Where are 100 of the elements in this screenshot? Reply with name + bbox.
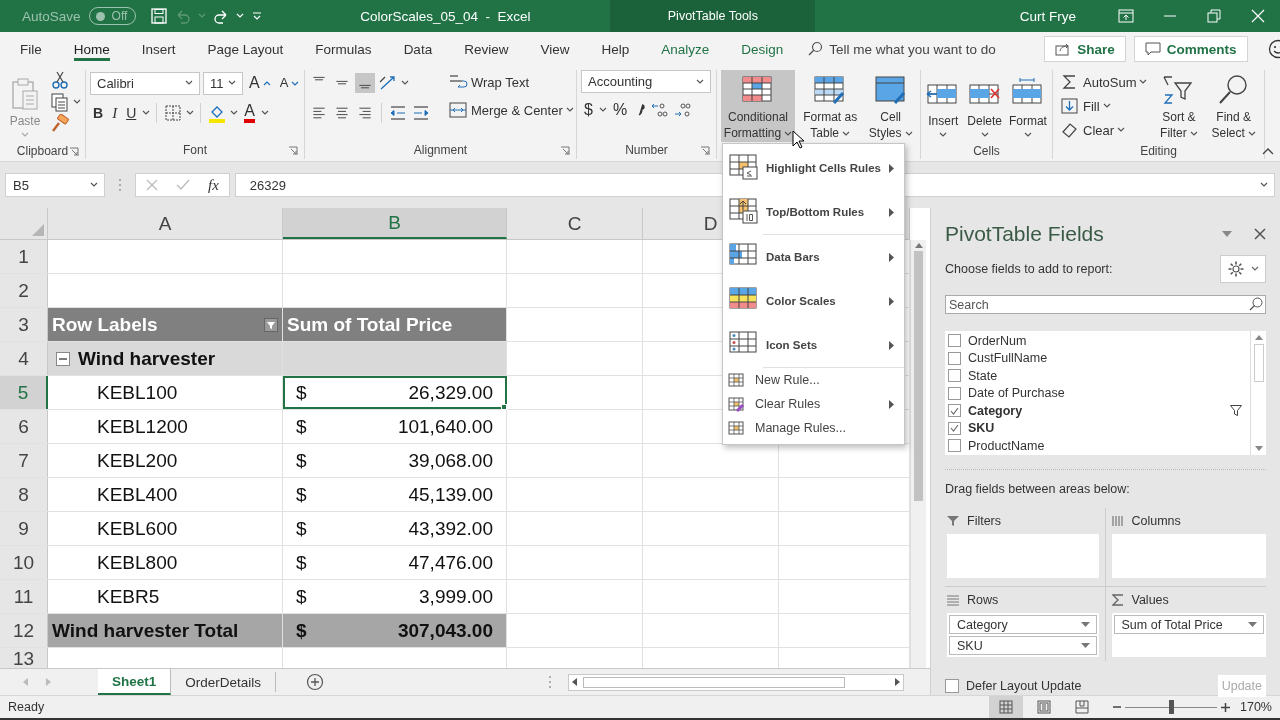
ribbon-tab[interactable]: Review bbox=[448, 32, 525, 66]
italic-button[interactable]: I bbox=[109, 101, 121, 125]
fill-button[interactable]: Fill bbox=[1057, 94, 1151, 118]
area-label: Rows bbox=[967, 593, 999, 607]
user-name: Curt Frye bbox=[1019, 8, 1076, 24]
checkbox-label: Defer Layout Update bbox=[966, 679, 1082, 693]
group-label: Font bbox=[183, 143, 207, 157]
underline-button[interactable]: U bbox=[123, 101, 140, 125]
field-chip[interactable]: Category bbox=[949, 615, 1097, 634]
menu-item[interactable]: Highlight Cells Rules bbox=[723, 146, 904, 190]
comments-button[interactable]: Comments bbox=[1133, 36, 1248, 62]
column-header[interactable]: A bbox=[48, 208, 283, 239]
field-name[interactable]: Category bbox=[968, 403, 1223, 418]
row-header[interactable]: 13 bbox=[0, 648, 48, 668]
row-header[interactable]: 3 bbox=[0, 308, 48, 341]
share-button[interactable]: Share bbox=[1044, 36, 1126, 62]
insert-function-button[interactable]: fx bbox=[208, 176, 219, 194]
row-header[interactable]: 10 bbox=[0, 546, 48, 579]
row-header[interactable]: 5 bbox=[0, 376, 48, 409]
format-as-table-button[interactable]: Format as Table bbox=[799, 70, 862, 142]
row-header[interactable]: 2 bbox=[0, 274, 48, 307]
font-color-button[interactable]: A bbox=[241, 101, 258, 125]
field-name[interactable]: ProductName bbox=[968, 438, 1242, 453]
currency-button[interactable]: $ bbox=[581, 98, 596, 122]
ribbon-tab[interactable]: Page Layout bbox=[191, 32, 300, 66]
ribbon-tab[interactable]: View bbox=[524, 32, 586, 66]
group-label: Editing bbox=[1140, 143, 1177, 158]
row-header[interactable]: 1 bbox=[0, 240, 48, 273]
ribbon-tab[interactable]: Design bbox=[725, 32, 800, 66]
wrap-text-button[interactable]: Wrap Text bbox=[445, 70, 577, 94]
zoom-level[interactable]: 170% bbox=[1240, 700, 1272, 714]
drop-area[interactable]: Sum of Total Price bbox=[1111, 613, 1266, 657]
clear-button[interactable]: Clear bbox=[1057, 118, 1151, 142]
search-field[interactable]: Search bbox=[945, 295, 1266, 314]
panel-title: PivotTable Fields bbox=[945, 222, 1105, 246]
selected-cell[interactable]: $ 26,329.00 bbox=[283, 376, 507, 409]
grow-font-button[interactable]: A bbox=[246, 71, 274, 95]
group-label: Alignment bbox=[413, 143, 468, 157]
amount: 26,329.00 bbox=[408, 381, 494, 404]
menu-item[interactable]: Manage Rules... bbox=[723, 416, 904, 440]
panel-subtitle: Choose fields to add to report: bbox=[945, 262, 1113, 276]
shrink-font-button[interactable]: A bbox=[276, 71, 303, 95]
ribbon-tab[interactable]: Help bbox=[585, 32, 646, 66]
column-header[interactable]: B bbox=[283, 208, 507, 239]
menu-item[interactable]: Color Scales bbox=[723, 279, 904, 323]
amount: 43,392.00 bbox=[408, 517, 494, 540]
drop-area[interactable]: Category SKU bbox=[947, 613, 1099, 657]
ribbon-tab[interactable]: Data bbox=[387, 32, 449, 66]
cell-styles-button[interactable]: Cell Styles bbox=[865, 70, 916, 142]
row-header[interactable]: 9 bbox=[0, 512, 48, 545]
row-header[interactable]: 7 bbox=[0, 444, 48, 477]
format-cells-button[interactable]: Format bbox=[1007, 70, 1048, 142]
amount: 47,476.00 bbox=[408, 551, 494, 574]
tell-me-field[interactable]: Tell me what you want to do bbox=[829, 41, 1045, 57]
ribbon-tab[interactable]: File bbox=[4, 32, 58, 66]
number-format-field[interactable]: Accounting bbox=[581, 70, 711, 93]
conditional-formatting-button[interactable]: Conditional Formatting bbox=[721, 70, 795, 142]
insert-cells-button[interactable]: Insert bbox=[925, 70, 962, 142]
row-label: KEBL1200 bbox=[96, 415, 188, 438]
ribbon-tab[interactable]: Analyze bbox=[645, 32, 726, 66]
column-header[interactable]: C bbox=[507, 208, 643, 239]
row-header[interactable]: 8 bbox=[0, 478, 48, 511]
menu-item[interactable]: Clear Rules bbox=[723, 392, 904, 416]
autosum-button[interactable]: AutoSum bbox=[1057, 70, 1151, 94]
merge-center-button[interactable]: Merge & Center bbox=[445, 98, 577, 122]
currency-sign: $ bbox=[295, 449, 307, 472]
ribbon-tab[interactable]: Home bbox=[57, 32, 126, 66]
amount: 45,139.00 bbox=[408, 483, 494, 506]
row-header[interactable]: 4 bbox=[0, 342, 48, 375]
sheet-tab[interactable]: OrderDetails bbox=[171, 672, 277, 692]
row-label: KEBL100 bbox=[96, 381, 178, 404]
drag-hint: Drag fields between areas below: bbox=[945, 482, 1130, 496]
ribbon-tab[interactable]: Insert bbox=[125, 32, 192, 66]
delete-cells-button[interactable]: Delete bbox=[965, 70, 1004, 142]
currency-sign: $ bbox=[295, 483, 307, 506]
field-name[interactable]: OrderNum bbox=[968, 333, 1242, 348]
row-header[interactable]: 6 bbox=[0, 410, 48, 443]
currency-sign: $ bbox=[295, 415, 307, 438]
field-name[interactable]: State bbox=[968, 368, 1242, 383]
menu-item[interactable]: Icon Sets bbox=[723, 323, 904, 367]
row-header[interactable]: 12 bbox=[0, 614, 48, 647]
menu-item[interactable]: New Rule... bbox=[723, 368, 904, 392]
field-name[interactable]: SKU bbox=[968, 421, 1242, 436]
ribbon-tab[interactable]: Formulas bbox=[299, 32, 388, 66]
field-chip[interactable]: SKU bbox=[949, 636, 1097, 655]
row-header[interactable]: 11 bbox=[0, 580, 48, 613]
field-name[interactable]: CustFullName bbox=[968, 351, 1242, 366]
field-name[interactable]: Date of Purchase bbox=[968, 386, 1242, 401]
font-size-field[interactable]: 11 bbox=[203, 71, 243, 95]
amount: 39,068.00 bbox=[408, 449, 494, 472]
find-select-button[interactable]: Find & Select bbox=[1207, 70, 1260, 142]
font-name-field[interactable]: Calibri bbox=[90, 71, 200, 95]
field-chip[interactable]: Sum of Total Price bbox=[1113, 615, 1264, 634]
sheet-tab[interactable]: Sheet1 bbox=[98, 669, 172, 695]
name-box[interactable]: B5 bbox=[5, 173, 105, 197]
percent-button[interactable]: % bbox=[609, 98, 631, 122]
bold-button[interactable]: B bbox=[90, 101, 107, 125]
autosave-label: AutoSave bbox=[22, 8, 81, 24]
row-label: KEBL800 bbox=[96, 551, 178, 574]
sort-filter-button[interactable]: Sort & Filter bbox=[1154, 70, 1204, 142]
